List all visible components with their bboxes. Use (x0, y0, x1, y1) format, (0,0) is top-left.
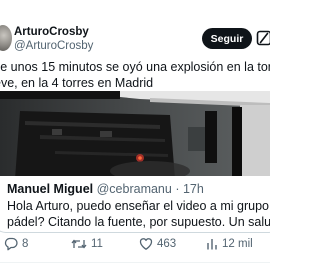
reply-text-line: pádel? Citando la fuente, por supuesto. … (7, 215, 270, 229)
views-action[interactable]: 12 mil (206, 237, 253, 251)
repost-action[interactable]: 11 (71, 237, 103, 251)
views-count: 12 mil (222, 238, 253, 250)
reply-text-line: Hola Arturo, puedo enseñar el video a mi… (7, 199, 270, 213)
reply-separator: · (175, 182, 180, 196)
grok-slash-icon[interactable] (256, 30, 270, 46)
speech-bubble-icon (4, 237, 18, 251)
like-count: 463 (157, 238, 177, 250)
reply-text: Hola Arturo, puedo enseñar el video a mi… (7, 198, 270, 230)
heart-icon (139, 238, 153, 250)
author-name[interactable]: ArturoCrosby (14, 26, 89, 38)
reply-author-name[interactable]: Manuel Miguel (7, 182, 93, 196)
reply-header: Manuel Miguel @cebramanu · 17h (7, 182, 204, 196)
repost-arrows-icon (71, 239, 87, 249)
tweet-actions: 8 11 463 12 mil (0, 234, 270, 256)
tweet-text-line: eve, en la 4 torres en Madrid (0, 76, 154, 90)
tweet-header: ArturoCrosby @ArturoCrosby Seguir (0, 0, 270, 60)
tweet-page: ArturoCrosby @ArturoCrosby Seguir ce uno… (0, 0, 270, 270)
author-avatar[interactable] (0, 25, 12, 51)
repost-count: 11 (91, 238, 103, 250)
tweet-text: ce unos 15 minutos se oyó una explosión … (0, 59, 270, 91)
reply-count: 8 (22, 238, 29, 250)
divider (0, 262, 270, 263)
author-handle[interactable]: @ArturoCrosby (14, 40, 93, 52)
reply-action[interactable]: 8 (4, 237, 28, 251)
tweet-text-line: ce unos 15 minutos se oyó una explosión … (0, 60, 270, 74)
tweet-video[interactable] (0, 91, 270, 179)
video-frame (0, 91, 270, 179)
like-action[interactable]: 463 (139, 237, 176, 251)
reply-card[interactable]: Manuel Miguel @cebramanu · 17h Hola Artu… (0, 176, 270, 233)
follow-button[interactable]: Seguir (202, 28, 252, 49)
reply-timestamp[interactable]: 17h (183, 182, 204, 196)
bar-chart-icon (207, 239, 217, 250)
reply-author-handle[interactable]: @cebramanu (97, 182, 172, 196)
